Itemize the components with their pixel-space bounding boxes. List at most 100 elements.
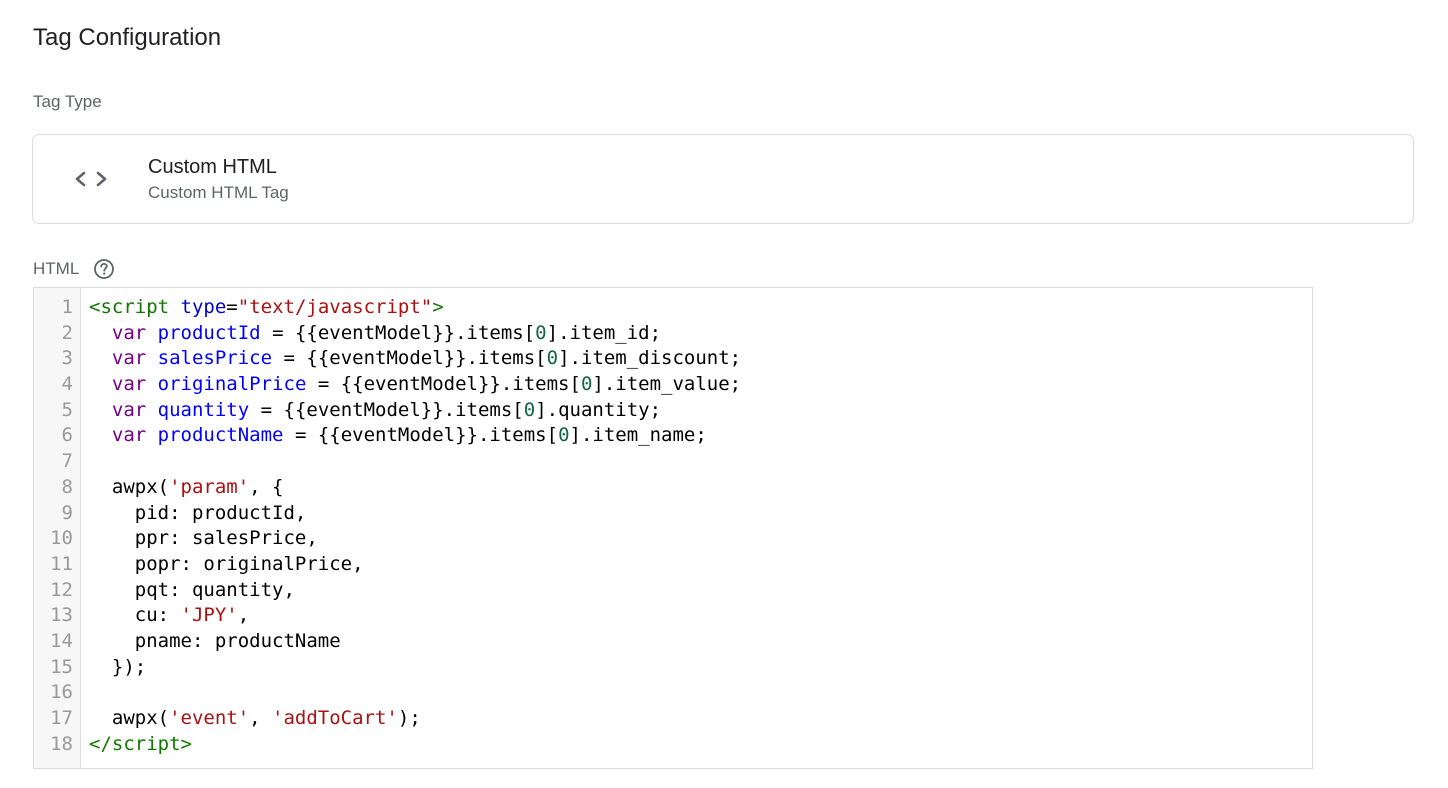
code-token: productId (157, 321, 261, 344)
code-token: var (111, 424, 147, 447)
code-line: </script> (89, 732, 1312, 758)
code-token: 0 (535, 321, 547, 344)
line-number: 5 (61, 398, 73, 421)
help-circle-icon[interactable] (93, 258, 115, 280)
code-token: ].item_id; (546, 321, 662, 344)
line-number: 3 (61, 347, 73, 370)
code-line: var originalPrice = {{eventModel}}.items… (89, 372, 1312, 398)
code-line: awpx('event', 'addToCart'); (89, 706, 1312, 732)
code-token: 0 (558, 424, 570, 447)
code-line: awpx('param', { (89, 475, 1312, 501)
code-line: var productId = {{eventModel}}.items[0].… (89, 321, 1312, 347)
code-token: = {{eventModel}}.items[ (306, 373, 581, 396)
code-line: pid: productId, (89, 501, 1312, 527)
code-token: }); (89, 655, 147, 678)
line-number-gutter: 1 2 3 4 5 6 7 8 9 10 11 12 13 14 15 16 17 18 (34, 288, 81, 768)
line-number: 8 (61, 475, 73, 498)
code-line: var quantity = {{eventModel}}.items[0].q… (89, 398, 1312, 424)
code-line: }); (89, 655, 1312, 681)
code-token: = {{eventModel}}.items[ (249, 398, 524, 421)
code-token: ].item_discount; (558, 347, 742, 370)
code-token: quantity (157, 398, 250, 421)
code-token: </script (89, 732, 181, 755)
tag-type-name: Custom HTML (148, 156, 277, 178)
code-area[interactable]: <script type="text/javascript"> var prod… (81, 288, 1312, 768)
code-line: pqt: quantity, (89, 578, 1312, 604)
code-token: = {{eventModel}}.items[ (283, 424, 559, 447)
code-token: ].item_name; (569, 424, 707, 447)
code-token: var (111, 347, 147, 370)
code-token: var (111, 398, 147, 421)
code-token: pid: productId, (89, 501, 307, 524)
code-token: 'param' (169, 475, 250, 498)
code-token: ppr: salesPrice, (89, 527, 318, 550)
code-token: 'addToCart' (272, 707, 398, 729)
code-token: , (249, 707, 273, 729)
line-number: 13 (50, 604, 73, 627)
line-number: 15 (50, 655, 73, 678)
code-token: 0 (546, 347, 559, 370)
code-token: > (432, 296, 444, 318)
tag-type-label: Tag Type (33, 92, 102, 111)
code-token: pname: productName (89, 629, 341, 652)
line-number: 12 (50, 578, 73, 601)
line-number: 11 (50, 552, 73, 575)
line-number: 18 (50, 732, 73, 755)
line-number: 7 (61, 450, 73, 473)
code-token: cu: (89, 604, 181, 627)
line-number: 1 (61, 296, 73, 318)
code-line: popr: originalPrice, (89, 552, 1312, 578)
code-token: = {{eventModel}}.items[ (260, 321, 536, 344)
code-token: pqt: quantity, (89, 578, 295, 601)
code-token: salesPrice (157, 347, 273, 370)
code-line: var salesPrice = {{eventModel}}.items[0]… (89, 346, 1312, 372)
code-line: pname: productName (89, 629, 1312, 655)
line-number: 9 (61, 501, 73, 524)
line-number: 14 (50, 629, 73, 652)
code-token: productName (157, 424, 284, 447)
code-token: var (111, 321, 147, 344)
line-number: 16 (50, 681, 73, 704)
code-line: var productName = {{eventModel}}.items[0… (89, 423, 1312, 449)
code-token: <script (89, 296, 170, 318)
tag-type-card[interactable]: Custom HTML Custom HTML Tag (32, 134, 1414, 224)
code-token: originalPrice (157, 373, 307, 396)
page-title: Tag Configuration (33, 24, 222, 51)
code-token: = (226, 296, 238, 318)
line-number: 4 (61, 373, 73, 396)
code-token: popr: originalPrice, (89, 552, 364, 575)
code-token: awpx( (89, 707, 170, 729)
code-token: 'event' (169, 707, 250, 729)
html-label: HTML (33, 259, 80, 278)
line-number: 10 (50, 527, 73, 550)
html-code-editor[interactable]: 1 2 3 4 5 6 7 8 9 10 11 12 13 14 15 16 17 18 <script type… (33, 287, 1313, 769)
code-token: "text/javascript" (237, 296, 433, 318)
line-number: 2 (61, 321, 73, 344)
html-label-row: HTML (33, 256, 115, 282)
code-token: awpx( (89, 475, 170, 498)
code-line: ppr: salesPrice, (89, 526, 1312, 552)
code-token: , { (249, 475, 284, 498)
code-token: = {{eventModel}}.items[ (272, 347, 547, 370)
code-token: 'JPY' (180, 604, 238, 627)
code-token: var (111, 373, 147, 396)
line-number: 17 (50, 707, 73, 729)
code-brackets-icon (73, 165, 109, 193)
code-token: , (237, 604, 250, 627)
code-token: > (180, 732, 192, 755)
tag-type-subtitle: Custom HTML Tag (148, 183, 289, 202)
code-line: cu: 'JPY', (89, 603, 1312, 629)
code-token: ); (397, 707, 421, 729)
